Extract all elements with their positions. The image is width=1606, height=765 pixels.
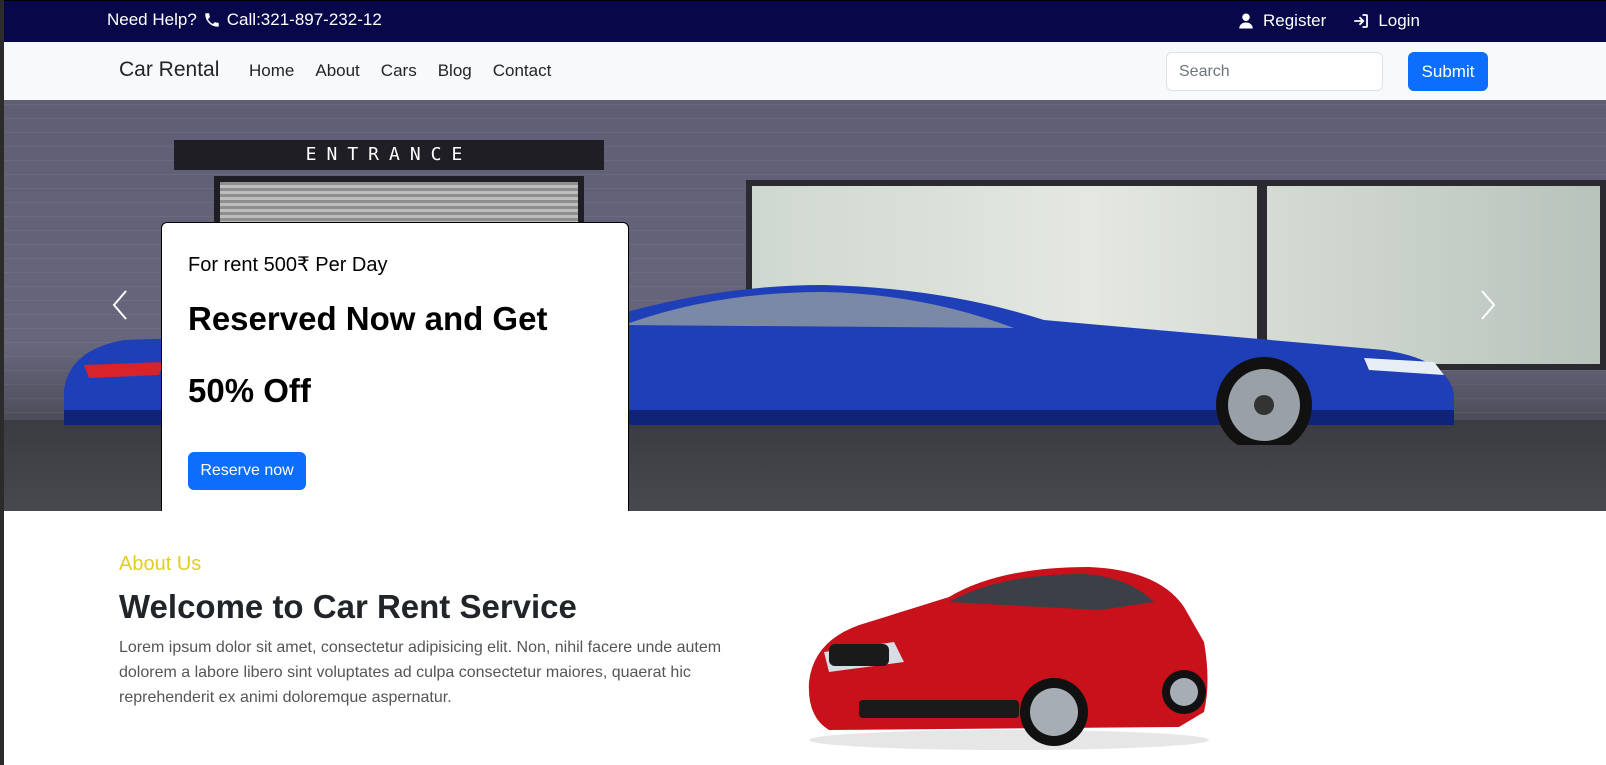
carousel-next-button[interactable] — [1472, 285, 1502, 325]
nav-cars[interactable]: Cars — [381, 61, 417, 81]
login-link[interactable]: Login — [1352, 11, 1420, 31]
hero-subtitle: For rent 500₹ Per Day — [188, 254, 388, 276]
submit-button[interactable]: Submit — [1408, 52, 1488, 91]
login-label: Login — [1378, 11, 1420, 30]
phone-number: Call:321-897-232-12 — [226, 10, 382, 29]
navbar: Car Rental Home About Cars Blog Contact … — [4, 42, 1606, 100]
user-icon — [1237, 12, 1255, 30]
account-links: Register Login — [1237, 11, 1420, 31]
nav-blog[interactable]: Blog — [438, 61, 472, 81]
hero-headline: Reserved Now and Get 50% Off — [188, 300, 548, 409]
about-eyebrow: About Us — [119, 553, 202, 575]
page: Need Help? Call:321-897-232-12 Register … — [4, 0, 1606, 765]
nav-links: Home About Cars Blog Contact — [249, 61, 551, 81]
help-text: Need Help? — [107, 10, 197, 29]
hero-promo-card: For rent 500₹ Per Day Reserved Now and G… — [161, 222, 629, 511]
register-link[interactable]: Register — [1237, 11, 1326, 31]
nav-contact[interactable]: Contact — [493, 61, 552, 81]
register-label: Register — [1263, 11, 1327, 30]
chevron-right-icon — [1481, 290, 1496, 320]
help-contact: Need Help? Call:321-897-232-12 — [107, 10, 382, 30]
sign-in-icon — [1352, 12, 1370, 30]
reserve-now-button[interactable]: Reserve now — [188, 452, 306, 490]
nav-about[interactable]: About — [315, 61, 359, 81]
top-bar: Need Help? Call:321-897-232-12 Register … — [4, 0, 1606, 42]
entrance-sign: ENTRANCE — [174, 140, 604, 170]
hero-carousel: ENTRANCE For rent 500₹ Per Day Reserved … — [4, 100, 1606, 511]
chevron-left-icon — [112, 290, 127, 320]
carousel-prev-button[interactable] — [106, 285, 136, 325]
nav-home[interactable]: Home — [249, 61, 294, 81]
search-input[interactable] — [1166, 52, 1383, 91]
about-title: Welcome to Car Rent Service — [119, 588, 577, 625]
phone-icon — [203, 11, 221, 29]
brand-logo[interactable]: Car Rental — [119, 58, 219, 82]
red-car-image — [808, 567, 1209, 750]
about-text: Lorem ipsum dolor sit amet, consectetur … — [119, 639, 722, 706]
